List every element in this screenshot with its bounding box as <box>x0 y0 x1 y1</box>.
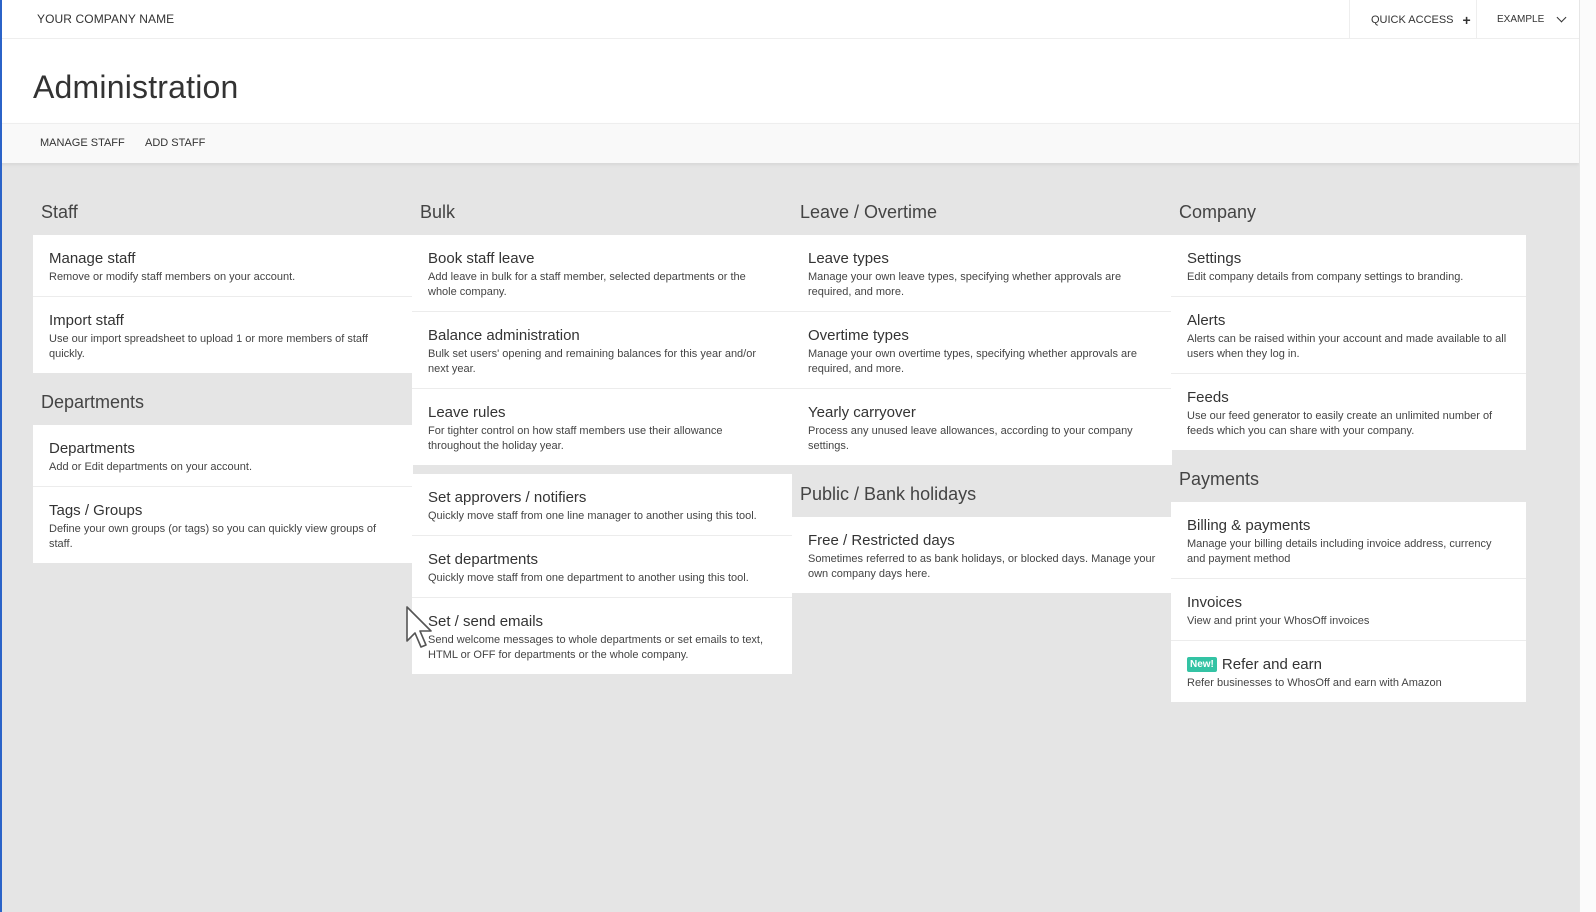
item-description: Manage your billing details including in… <box>1187 538 1492 565</box>
item-title: Book staff leave <box>428 250 535 267</box>
item-description: Define your own groups (or tags) so you … <box>49 523 377 550</box>
plus-icon: + <box>1462 11 1471 28</box>
card-item-departments[interactable]: Departments Add or Edit departments on y… <box>33 425 413 487</box>
item-title: Set / send emails <box>428 613 544 630</box>
card-item-leave-types[interactable]: Leave types Manage your own leave types,… <box>792 235 1172 312</box>
section-title-staff: Staff <box>41 202 78 222</box>
item-description: Add leave in bulk for a staff member, se… <box>428 271 746 298</box>
item-description: For tighter control on how staff members… <box>428 425 723 452</box>
card-item-set-departments[interactable]: Set departments Quickly move staff from … <box>412 536 792 598</box>
card-item-set-approvers[interactable]: Set approvers / notifiers Quickly move s… <box>412 474 792 536</box>
card-bulk-leave: Book staff leave Add leave in bulk for a… <box>412 235 792 465</box>
item-title: Refer and earn <box>1221 656 1322 673</box>
item-description: Manage your own leave types, specifying … <box>808 271 1122 298</box>
item-title: Yearly carryover <box>808 404 916 421</box>
item-title: Manage staff <box>49 250 136 267</box>
item-description: Edit company details from company settin… <box>1187 271 1464 283</box>
item-title: Billing & payments <box>1187 517 1311 534</box>
card-company: Settings Edit company details from compa… <box>1171 235 1526 450</box>
sub-navigation: MANAGE STAFF ADD STAFF <box>0 123 1579 163</box>
item-description: Quickly move staff from one department t… <box>428 572 749 584</box>
item-title: Leave rules <box>428 404 506 421</box>
item-description: Manage your own overtime types, specifyi… <box>808 348 1137 375</box>
card-staff: Manage staff Remove or modify staff memb… <box>33 235 413 373</box>
item-title: Set departments <box>428 551 539 568</box>
column-staff: Staff Manage staff Remove or modify staf… <box>33 200 413 563</box>
card-item-settings[interactable]: Settings Edit company details from compa… <box>1171 235 1526 297</box>
page-title: Administration <box>33 69 239 105</box>
card-item-manage-staff[interactable]: Manage staff Remove or modify staff memb… <box>33 235 413 297</box>
add-staff-link[interactable]: ADD STAFF <box>145 137 205 149</box>
chevron-down-icon <box>1556 12 1567 23</box>
item-title: Import staff <box>49 312 124 329</box>
item-title-row: New! Refer and earn <box>1187 655 1510 674</box>
card-bulk-staff: Set approvers / notifiers Quickly move s… <box>412 474 792 674</box>
item-description: Bulk set users' opening and remaining ba… <box>428 348 757 375</box>
item-title: Free / Restricted days <box>808 532 955 549</box>
item-description: Add or Edit departments on your account. <box>49 461 253 473</box>
card-item-billing-payments[interactable]: Billing & payments Manage your billing d… <box>1171 502 1526 579</box>
card-item-balance-administration[interactable]: Balance administration Bulk set users' o… <box>412 312 792 389</box>
item-description: Quickly move staff from one line manager… <box>428 510 757 522</box>
item-title: Balance administration <box>428 327 580 344</box>
item-description: Use our import spreadsheet to upload 1 o… <box>49 333 368 360</box>
card-item-set-send-emails[interactable]: Set / send emails Send welcome messages … <box>412 598 792 674</box>
column-company: Company Settings Edit company details fr… <box>1171 200 1526 702</box>
card-item-tags-groups[interactable]: Tags / Groups Define your own groups (or… <box>33 487 413 563</box>
item-description: Sometimes referred to as bank holidays, … <box>808 553 1156 580</box>
card-payments: Billing & payments Manage your billing d… <box>1171 502 1526 702</box>
item-title: Leave types <box>808 250 889 267</box>
user-name: EXAMPLE <box>1497 14 1545 25</box>
item-description: Refer businesses to WhosOff and earn wit… <box>1187 677 1442 689</box>
scrollbar[interactable] <box>1579 0 1596 912</box>
mouse-pointer-icon <box>406 606 432 648</box>
card-item-free-restricted-days[interactable]: Free / Restricted days Sometimes referre… <box>792 517 1172 593</box>
card-item-leave-rules[interactable]: Leave rules For tighter control on how s… <box>412 389 792 465</box>
card-item-refer-and-earn[interactable]: New! Refer and earn Refer businesses to W… <box>1171 641 1526 702</box>
card-item-feeds[interactable]: Feeds Use our feed generator to easily c… <box>1171 374 1526 450</box>
item-description: Remove or modify staff members on your a… <box>49 271 296 283</box>
section-title-payments: Payments <box>1179 469 1260 489</box>
card-item-overtime-types[interactable]: Overtime types Manage your own overtime … <box>792 312 1172 389</box>
user-menu[interactable]: EXAMPLE <box>1497 0 1567 39</box>
item-description: Send welcome messages to whole departmen… <box>428 634 764 661</box>
item-title: Departments <box>49 440 135 457</box>
section-title-departments: Departments <box>41 392 145 412</box>
manage-staff-link[interactable]: MANAGE STAFF <box>40 137 125 149</box>
card-item-import-staff[interactable]: Import staff Use our import spreadsheet … <box>33 297 413 373</box>
card-item-book-staff-leave[interactable]: Book staff leave Add leave in bulk for a… <box>412 235 792 312</box>
section-title-leave-overtime: Leave / Overtime <box>800 202 938 222</box>
window-edge <box>0 0 2 912</box>
column-leave-overtime: Leave / Overtime Leave types Manage your… <box>792 200 1172 593</box>
item-title: Settings <box>1187 250 1242 267</box>
new-badge: New! <box>1187 657 1217 672</box>
section-title-company: Company <box>1179 202 1257 222</box>
item-title: Invoices <box>1187 594 1243 611</box>
item-description: Process any unused leave allowances, acc… <box>808 425 1133 452</box>
quick-access-label: QUICK ACCESS <box>1371 13 1454 26</box>
item-title: Set approvers / notifiers <box>428 489 587 506</box>
item-title: Feeds <box>1187 389 1229 406</box>
company-name[interactable]: YOUR COMPANY NAME <box>37 12 174 26</box>
section-title-bulk: Bulk <box>420 202 456 222</box>
quick-access-button[interactable]: QUICK ACCESS + <box>1349 0 1477 39</box>
title-area: Administration <box>0 39 1579 123</box>
card-leave-overtime: Leave types Manage your own leave types,… <box>792 235 1172 465</box>
card-holidays: Free / Restricted days Sometimes referre… <box>792 517 1172 593</box>
card-departments: Departments Add or Edit departments on y… <box>33 425 413 563</box>
item-title: Overtime types <box>808 327 909 344</box>
item-title: Tags / Groups <box>49 502 143 519</box>
card-item-alerts[interactable]: Alerts Alerts can be raised within your … <box>1171 297 1526 374</box>
top-bar: YOUR COMPANY NAME QUICK ACCESS + EXAMPLE <box>0 0 1579 39</box>
column-bulk: Bulk Book staff leave Add leave in bulk … <box>412 200 792 674</box>
section-title-holidays: Public / Bank holidays <box>800 484 977 504</box>
card-item-invoices[interactable]: Invoices View and print your WhosOff inv… <box>1171 579 1526 641</box>
item-description: View and print your WhosOff invoices <box>1187 615 1370 627</box>
item-description: Use our feed generator to easily create … <box>1187 410 1493 437</box>
item-description: Alerts can be raised within your account… <box>1187 333 1507 360</box>
card-item-yearly-carryover[interactable]: Yearly carryover Process any unused leav… <box>792 389 1172 465</box>
item-title: Alerts <box>1187 312 1226 329</box>
